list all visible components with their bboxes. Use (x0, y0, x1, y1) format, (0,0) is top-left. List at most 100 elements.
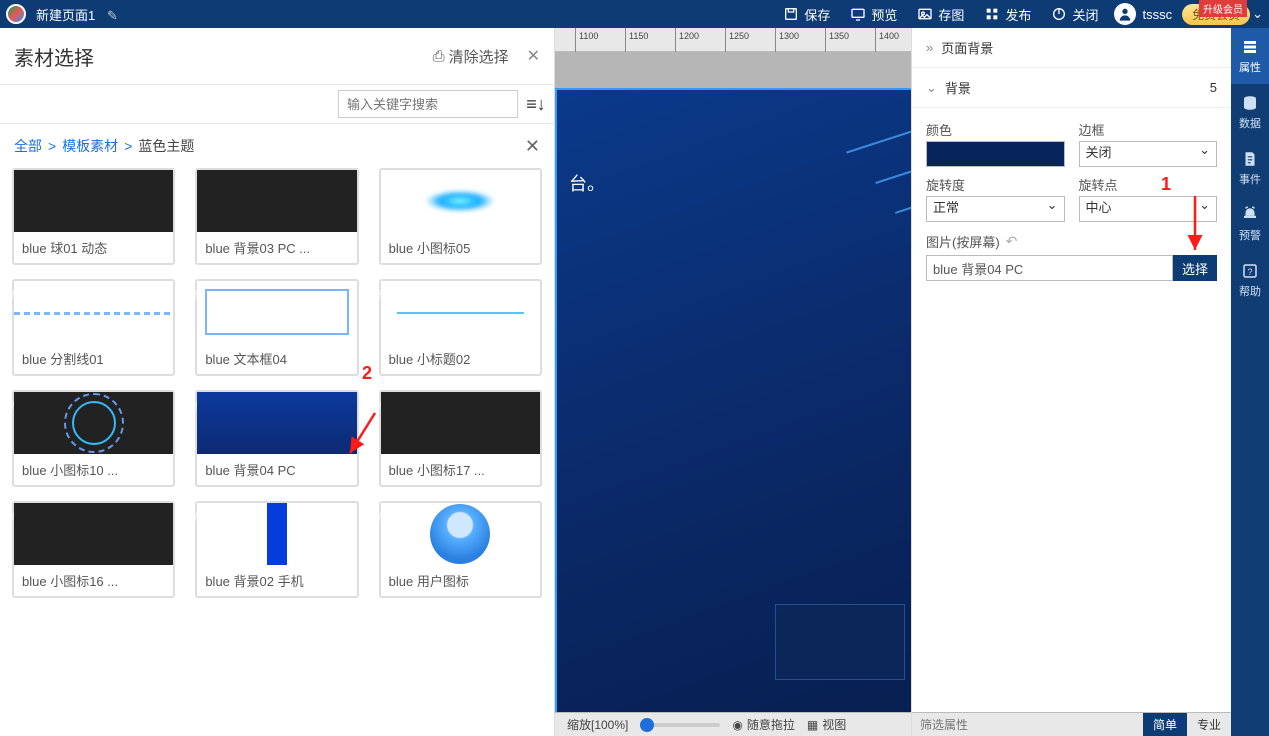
asset-label: blue 小图标10 ... (14, 454, 173, 485)
close-label: 关闭 (1072, 5, 1098, 24)
user-avatar[interactable] (1114, 3, 1136, 25)
canvas-area: 1100 1150 1200 1250 1300 1350 1400 台。 缩放… (555, 28, 911, 736)
image-path-input[interactable] (926, 255, 1173, 281)
asset-card[interactable]: 系统 blue 小图标17 ... (379, 390, 542, 487)
breadcrumb-close-icon[interactable]: ✕ (525, 136, 540, 157)
asset-label: blue 背景03 PC ... (197, 232, 356, 263)
asset-label: blue 背景04 PC (197, 454, 356, 485)
asset-card[interactable]: 系统 blue 背景04 PC (195, 390, 358, 487)
asset-card[interactable]: 系统 blue 文本框04 (195, 279, 358, 376)
crumb-templates[interactable]: 模板素材 (62, 136, 118, 156)
preview-label: 预览 (871, 5, 897, 24)
save-button[interactable]: 保存 (773, 0, 840, 28)
filter-input[interactable] (912, 718, 1143, 732)
chevron-down-icon: ⌄ (1047, 197, 1058, 213)
tab-data[interactable]: 数据 (1231, 84, 1269, 140)
free-drag-toggle[interactable]: ◉随意拖拉 (732, 716, 795, 733)
publish-button[interactable]: 发布 (974, 0, 1041, 28)
asset-label: blue 小图标16 ... (14, 565, 173, 596)
asset-card[interactable]: 系统 blue 小图标16 ... (12, 501, 175, 598)
properties-icon (1241, 38, 1259, 56)
chevron-right-icon: » (926, 40, 933, 55)
page-title: 新建页面1 (36, 8, 95, 23)
close-button[interactable]: 关闭 (1041, 0, 1108, 28)
tab-simple[interactable]: 简单 (1143, 713, 1187, 736)
section-page-background[interactable]: » 页面背景 (912, 28, 1231, 68)
asset-panel-close-icon[interactable]: ✕ (527, 46, 540, 66)
border-select[interactable]: 关闭⌄ (1079, 141, 1218, 167)
asset-thumb (381, 281, 540, 343)
asset-card[interactable]: blue 小图标05 (379, 168, 542, 265)
tab-properties[interactable]: 属性 (1231, 28, 1269, 84)
chevron-right-icon: > (48, 138, 56, 154)
asset-grid[interactable]: blue 球01 动态 blue 背景03 PC ... blue 小图标05 … (0, 168, 554, 736)
asset-panel-title: 素材选择 (14, 42, 94, 71)
upgrade-badge[interactable]: 升级会员 (1199, 0, 1247, 17)
asset-label: blue 球01 动态 (14, 232, 173, 263)
pivot-select[interactable]: 中心⌄ (1079, 196, 1218, 222)
asset-card[interactable]: 系统 blue 用户图标 (379, 501, 542, 598)
color-swatch[interactable] (926, 141, 1065, 167)
export-label: 存图 (938, 5, 964, 24)
asset-thumb (14, 503, 173, 565)
zoom-slider[interactable] (640, 723, 720, 727)
tab-events[interactable]: 事件 (1231, 140, 1269, 196)
minimap[interactable] (775, 604, 905, 680)
asset-card[interactable]: 系统 blue 分割线01 (12, 279, 175, 376)
zoom-label: 缩放[100%] (567, 716, 628, 733)
user-menu-chevron-icon[interactable]: ⌄ (1250, 6, 1269, 22)
ruler-horizontal: 1100 1150 1200 1250 1300 1350 1400 (555, 28, 911, 52)
asset-thumb (197, 281, 356, 343)
grid-icon (984, 6, 1000, 22)
group-background[interactable]: ⌄ 背景 5 (912, 68, 1231, 108)
username[interactable]: tsssc (1136, 7, 1178, 22)
right-toolbar: 属性 数据 事件 预警 ? 帮助 (1231, 28, 1269, 736)
tab-help[interactable]: ? 帮助 (1231, 252, 1269, 308)
view-icon: ▦ (807, 718, 818, 732)
rotate-label: 旋转度 (926, 178, 965, 193)
export-image-button[interactable]: 存图 (907, 0, 974, 28)
clear-icon: ⎙ (433, 48, 445, 65)
crumb-all[interactable]: 全部 (14, 136, 42, 156)
group-title: 背景 (945, 78, 971, 97)
clear-selection-button[interactable]: ⎙ 清除选择 (433, 46, 509, 67)
tab-alarm[interactable]: 预警 (1231, 196, 1269, 252)
chevron-down-icon: ⌄ (1199, 197, 1210, 213)
asset-thumb (14, 281, 173, 343)
asset-search-row: ≡↓ (0, 84, 554, 124)
svg-text:?: ? (1247, 266, 1252, 276)
pivot-label: 旋转点 (1079, 178, 1118, 193)
chevron-right-icon: > (124, 138, 132, 154)
asset-thumb (381, 392, 540, 454)
canvas-statusbar: 缩放[100%] ◉随意拖拉 ▦视图 (555, 712, 911, 736)
document-icon (1241, 150, 1259, 168)
asset-card[interactable]: blue 球01 动态 (12, 168, 175, 265)
image-pick-button[interactable]: 选择 (1173, 255, 1217, 281)
asset-thumb (14, 392, 173, 454)
save-label: 保存 (804, 5, 830, 24)
user-icon (1117, 6, 1133, 22)
asset-search-input[interactable] (338, 90, 518, 118)
asset-card[interactable]: 系统 blue 背景02 手机 (195, 501, 358, 598)
asset-card[interactable]: 系统 blue 小标题02 (379, 279, 542, 376)
rotate-select[interactable]: 正常⌄ (926, 196, 1065, 222)
design-canvas[interactable]: 台。 (555, 52, 911, 712)
asset-thumb (197, 503, 356, 565)
tab-pro[interactable]: 专业 (1187, 713, 1231, 736)
asset-thumb (197, 392, 356, 454)
sort-button[interactable]: ≡↓ (518, 85, 554, 123)
properties-body: 颜色 边框 关闭⌄ 旋转度 正常⌄ 旋转点 中心⌄ 图片(按屏幕) ↶ 选择 (912, 108, 1231, 293)
asset-thumb (197, 170, 356, 232)
crumb-current: 蓝色主题 (138, 136, 194, 156)
asset-label: blue 小图标17 ... (381, 454, 540, 485)
help-icon: ? (1241, 262, 1259, 280)
edit-title-icon[interactable]: ✎ (107, 8, 118, 23)
view-toggle[interactable]: ▦视图 (807, 716, 846, 733)
asset-card[interactable]: blue 背景03 PC ... (195, 168, 358, 265)
asset-card[interactable]: 系统 blue 小图标10 ... (12, 390, 175, 487)
preview-button[interactable]: 预览 (840, 0, 907, 28)
image-label: 图片(按屏幕) (926, 232, 1000, 251)
page-title-wrap: 新建页面1 ✎ (32, 5, 118, 24)
asset-label: blue 小图标05 (381, 232, 540, 263)
undo-icon[interactable]: ↶ (1006, 233, 1018, 250)
